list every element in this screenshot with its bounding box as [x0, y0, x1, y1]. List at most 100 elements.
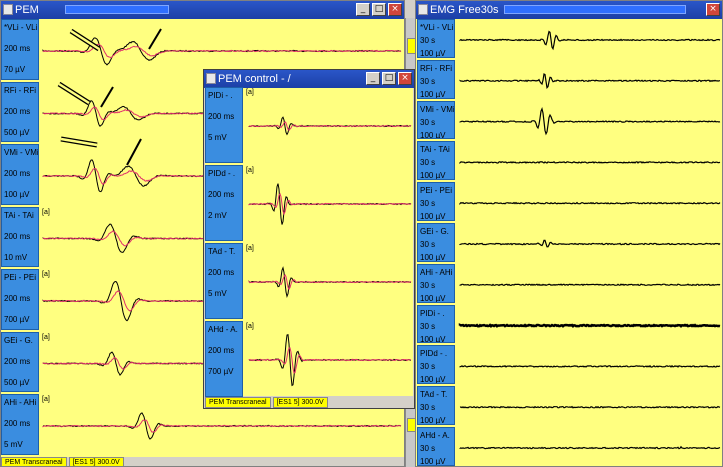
channel-label-gei-g[interactable]: GEi - G. 30 s 100 µV: [417, 223, 455, 262]
channel-gain: 100 µV: [4, 190, 30, 199]
channel-name: VMi - VMi: [420, 104, 454, 114]
channel-bracket: [a]: [246, 167, 254, 174]
channel-gain: 700 µV: [4, 315, 30, 324]
channel-label-pidd[interactable]: PIDd - . 30 s 100 µV: [417, 345, 455, 385]
channel-label-vmi-vmi[interactable]: VMi - VMi 30 s 100 µV: [417, 100, 455, 140]
control-trace-pidd: [248, 192, 412, 216]
channel-name: RFi - RFi: [4, 85, 36, 95]
channel-name: AHi - AHi: [420, 267, 453, 277]
channel-label-tai-tai[interactable]: TAi - TAi 200 ms 10 mV: [1, 206, 39, 267]
control-trace-pidi: [248, 121, 412, 132]
channel-time: 200 ms: [4, 356, 31, 366]
channel-label-ahi-ahi[interactable]: AHi - AHi 200 ms 5 mV: [1, 394, 39, 455]
emg-title: EMG Free30s: [430, 4, 499, 16]
channel-label-rfi-rfi[interactable]: RFi - RFi 30 s 100 µV: [417, 59, 455, 99]
emg-trace-area: [416, 19, 722, 466]
channel-bracket: [a]: [246, 245, 254, 252]
minimize-button[interactable]: _: [356, 3, 370, 16]
pem-control-statusbar: PEM Transcraneal [ES1 5] 300.0V: [205, 397, 330, 408]
emg-trace-ahd-a: [459, 445, 721, 450]
status-protocol: PEM Transcraneal: [205, 397, 271, 408]
emg-trace-vmi-vmi: [459, 107, 721, 136]
channel-name: AHd - A.: [420, 431, 450, 440]
channel-label-pei-pei[interactable]: PEi - PEi 30 s 100 µV: [417, 182, 455, 221]
channel-label-gei-g[interactable]: GEi - G. 200 ms 500 µV: [1, 331, 39, 392]
emg-trace-tai-tai: [459, 160, 721, 164]
channel-gain: 100 µV: [420, 171, 446, 181]
channel-label-pidi[interactable]: PIDi - . 30 s 100 µV: [417, 304, 455, 344]
channel-gain: 70 µV: [4, 65, 26, 74]
emg-trace-ahi-ahi: [459, 283, 721, 287]
channel-time: 200 ms: [4, 106, 31, 116]
channel-gain: 100 µV: [420, 89, 446, 99]
annotation-arrow-icon: [148, 28, 162, 50]
channel-label-vmi-vmi[interactable]: VMi - VMi 200 ms 100 µV: [1, 144, 39, 205]
channel-name: GEi - G.: [420, 227, 449, 236]
emg-window: EMG Free30s ×: [415, 0, 723, 467]
channel-name: RFi - RFi: [420, 63, 452, 73]
annotation-arrow-icon: [70, 29, 100, 51]
channel-name: AHd - A.: [208, 325, 238, 334]
maximize-button[interactable]: □: [372, 3, 386, 16]
channel-name: VMi - VMi: [4, 148, 38, 157]
channel-gain: 100 µV: [420, 212, 446, 221]
channel-time: 200 ms: [208, 112, 235, 121]
channel-time: 200 ms: [4, 44, 31, 53]
channel-label-rfi-rfi[interactable]: RFi - RFi 200 ms 500 µV: [1, 81, 39, 142]
channel-label-tad-t[interactable]: TAd - T. 200 ms 5 mV: [205, 243, 243, 319]
close-button[interactable]: ×: [706, 3, 720, 16]
channel-time: 200 ms: [4, 231, 31, 241]
channel-bracket: [a]: [42, 271, 50, 278]
channel-gain: 500 µV: [4, 127, 30, 137]
channel-time: 30 s: [420, 280, 436, 290]
channel-gain: 100 µV: [420, 375, 446, 385]
channel-time: 30 s: [420, 117, 436, 127]
channel-time: 200 ms: [4, 169, 31, 178]
channel-name: PEi - PEi: [420, 186, 453, 196]
channel-label-vli-vli[interactable]: *VLi - VLi 30 s 100 µV: [417, 19, 455, 58]
channel-time: 30 s: [420, 36, 436, 45]
emg-trace-tad-t: [459, 405, 721, 409]
close-button[interactable]: ×: [398, 72, 412, 85]
channel-gain: 100 µV: [420, 253, 446, 262]
channel-gain: 500 µV: [4, 377, 30, 387]
channel-gain: 2 mV: [208, 211, 227, 220]
control-trace-ahd-a: [248, 347, 411, 374]
channel-bracket: [a]: [42, 396, 50, 403]
channel-label-tad-t[interactable]: TAd - T. 30 s 100 µV: [417, 386, 455, 425]
channel-name: TAi - TAi: [4, 210, 34, 220]
pem-titlebar[interactable]: PEM _ □ ×: [1, 1, 404, 19]
channel-label-pidd[interactable]: PIDd - . 200 ms 2 mV: [205, 165, 243, 241]
channel-label-ahd-a[interactable]: AHd - A. 200 ms 700 µV: [205, 321, 243, 397]
channel-name: PIDd - .: [420, 349, 448, 359]
close-button[interactable]: ×: [388, 3, 402, 16]
maximize-button[interactable]: □: [382, 72, 396, 85]
channel-name: GEi - G.: [4, 335, 33, 345]
channel-time: 30 s: [420, 76, 436, 86]
channel-label-pidi[interactable]: PIDi - . 200 ms 5 mV: [205, 87, 243, 163]
channel-gain: 100 µV: [420, 49, 446, 58]
channel-label-vli-vli[interactable]: *VLi - VLi 200 ms 70 µV: [1, 19, 39, 80]
channel-label-tai-tai[interactable]: TAi - TAi 30 s 100 µV: [417, 141, 455, 181]
channel-gain: 5 mV: [208, 133, 227, 142]
channel-gain: 10 mV: [4, 252, 28, 262]
channel-label-ahd-a[interactable]: AHd - A. 30 s 100 µV: [417, 427, 455, 466]
pem-control-titlebar[interactable]: PEM control - / _ □ ×: [204, 70, 414, 88]
channel-time: 200 ms: [208, 190, 235, 199]
window-icon: [206, 73, 216, 84]
channel-name: PIDd - .: [208, 169, 236, 178]
channel-name: TAd - T.: [420, 390, 448, 400]
status-stimulus: [ES1 5] 300.0V: [272, 397, 328, 408]
emg-trace-pei-pei: [459, 201, 721, 206]
channel-label-ahi-ahi[interactable]: AHi - AHi 30 s 100 µV: [417, 263, 455, 303]
annotation-arrow-icon: [58, 82, 90, 105]
channel-label-pei-pei[interactable]: PEi - PEi 200 ms 700 µV: [1, 269, 39, 330]
emg-trace-rfi-rfi: [459, 73, 721, 90]
channel-gain: 100 µV: [420, 130, 446, 140]
channel-bracket: [a]: [42, 333, 50, 341]
minimize-button[interactable]: _: [366, 72, 380, 85]
channel-gain: 5 mV: [4, 440, 23, 449]
control-trace-ahi-ahi: [42, 419, 401, 433]
emg-titlebar[interactable]: EMG Free30s ×: [416, 1, 722, 19]
channel-time: 30 s: [420, 403, 436, 413]
